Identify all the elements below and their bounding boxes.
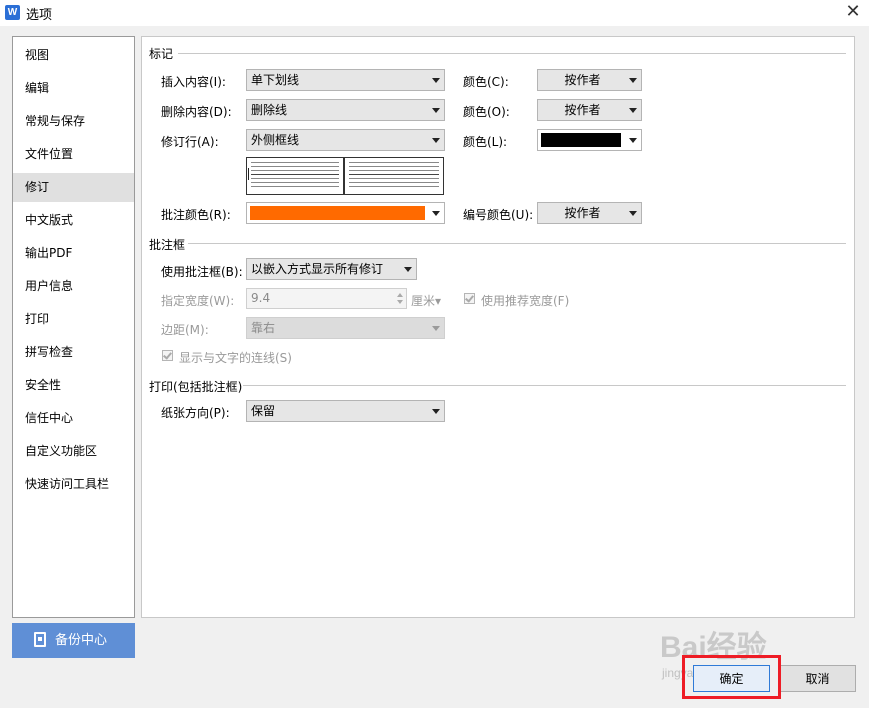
sidebar-item-security[interactable]: 安全性 [13, 371, 134, 400]
backup-icon [34, 632, 46, 647]
printing-section-title: 打印(包括批注框) [149, 380, 243, 394]
title-bar: W 选项 ✕ [0, 0, 869, 26]
chevron-down-icon [629, 108, 637, 113]
delete-style-value: 删除线 [251, 103, 288, 117]
section-divider [188, 243, 846, 244]
chevron-down-icon [432, 211, 440, 216]
margin-dropdown[interactable]: 靠右 [246, 317, 445, 339]
chevron-down-icon [432, 78, 440, 83]
insert-color-label: 颜色(C): [463, 75, 509, 89]
sidebar-item-export-pdf[interactable]: 输出PDF [13, 239, 134, 268]
margin-label: 边距(M): [161, 323, 209, 337]
sidebar-item-chinese-layout[interactable]: 中文版式 [13, 206, 134, 235]
delete-color-value: 按作者 [564, 103, 601, 117]
color-swatch [541, 133, 621, 147]
orientation-value: 保留 [251, 404, 276, 418]
changed-lines-label: 修订行(A): [161, 135, 219, 149]
chevron-down-icon [432, 326, 440, 331]
orientation-label: 纸张方向(P): [161, 406, 230, 420]
preview-page-right [346, 158, 443, 194]
sidebar-item-track-changes[interactable]: 修订 [13, 173, 134, 202]
window-title: 选项 [26, 8, 53, 23]
insert-color-dropdown[interactable]: 按作者 [537, 69, 642, 91]
highlight-box [682, 655, 781, 699]
width-unit-value: 厘米 [411, 294, 436, 308]
changed-lines-color-dropdown[interactable] [537, 129, 642, 151]
margin-value: 靠右 [251, 321, 276, 335]
wps-writer-icon: W [5, 5, 20, 20]
section-divider [178, 53, 846, 54]
recommended-width-checkbox[interactable] [464, 293, 475, 304]
sidebar-item-quick-access-toolbar[interactable]: 快速访问工具栏 [13, 470, 134, 499]
sidebar-item-general-save[interactable]: 常规与保存 [13, 107, 134, 136]
numbering-color-label: 编号颜色(U): [463, 208, 534, 222]
width-label: 指定宽度(W): [161, 294, 235, 308]
use-balloons-value: 以嵌入方式显示所有修订 [251, 262, 384, 276]
numbering-color-dropdown[interactable]: 按作者 [537, 202, 642, 224]
show-lines-checkbox[interactable] [162, 350, 173, 361]
chevron-down-icon [629, 138, 637, 143]
sidebar-item-customize-ribbon[interactable]: 自定义功能区 [13, 437, 134, 466]
chevron-down-icon [432, 108, 440, 113]
insert-label: 插入内容(I): [161, 75, 226, 89]
sidebar-item-file-location[interactable]: 文件位置 [13, 140, 134, 169]
insert-style-dropdown[interactable]: 单下划线 [246, 69, 445, 91]
use-balloons-dropdown[interactable]: 以嵌入方式显示所有修订 [246, 258, 417, 280]
close-icon[interactable]: ✕ [840, 0, 866, 26]
width-spinner[interactable]: 9.4 [246, 288, 407, 309]
spin-down-icon[interactable] [397, 300, 403, 304]
delete-color-label: 颜色(O): [463, 105, 510, 119]
insert-color-value: 按作者 [564, 73, 601, 87]
changed-lines-color-label: 颜色(L): [463, 135, 508, 149]
section-divider [243, 385, 846, 386]
sidebar-item-spelling[interactable]: 拼写检查 [13, 338, 134, 367]
sidebar-item-print[interactable]: 打印 [13, 305, 134, 334]
sidebar-item-edit[interactable]: 编辑 [13, 74, 134, 103]
backup-center-label: 备份中心 [55, 633, 108, 648]
chevron-down-icon [432, 409, 440, 414]
delete-color-dropdown[interactable]: 按作者 [537, 99, 642, 121]
delete-style-dropdown[interactable]: 删除线 [246, 99, 445, 121]
sidebar-item-view[interactable]: 视图 [13, 41, 134, 70]
cancel-button[interactable]: 取消 [779, 665, 856, 692]
color-swatch [250, 206, 425, 220]
recommended-width-label: 使用推荐宽度(F) [481, 294, 570, 308]
use-balloons-label: 使用批注框(B): [161, 265, 243, 279]
spin-up-icon[interactable] [397, 293, 403, 297]
delete-label: 删除内容(D): [161, 105, 232, 119]
comment-color-label: 批注颜色(R): [161, 208, 231, 222]
chevron-down-icon [629, 78, 637, 83]
sidebar-item-user-info[interactable]: 用户信息 [13, 272, 134, 301]
width-unit-dropdown[interactable]: 厘米▾ [411, 292, 441, 309]
numbering-color-value: 按作者 [564, 206, 601, 220]
chevron-down-icon [432, 138, 440, 143]
chevron-down-icon [629, 211, 637, 216]
preview-page-left [247, 158, 344, 194]
comment-color-dropdown[interactable] [246, 202, 445, 224]
preview-divider [343, 158, 345, 194]
changed-lines-preview [246, 157, 444, 195]
sidebar-item-trust-center[interactable]: 信任中心 [13, 404, 134, 433]
width-value: 9.4 [251, 291, 271, 305]
changed-lines-dropdown[interactable]: 外侧框线 [246, 129, 445, 151]
backup-center-button[interactable]: 备份中心 [12, 623, 135, 658]
insert-style-value: 单下划线 [251, 73, 300, 87]
changed-lines-value: 外侧框线 [251, 133, 300, 147]
show-lines-label: 显示与文字的连线(S) [179, 351, 292, 365]
balloons-section-title: 批注框 [149, 238, 186, 252]
chevron-down-icon [404, 267, 412, 272]
options-category-list: 视图 编辑 常规与保存 文件位置 修订 中文版式 输出PDF 用户信息 打印 拼… [12, 36, 135, 618]
orientation-dropdown[interactable]: 保留 [246, 400, 445, 422]
markup-section-title: 标记 [149, 47, 174, 61]
